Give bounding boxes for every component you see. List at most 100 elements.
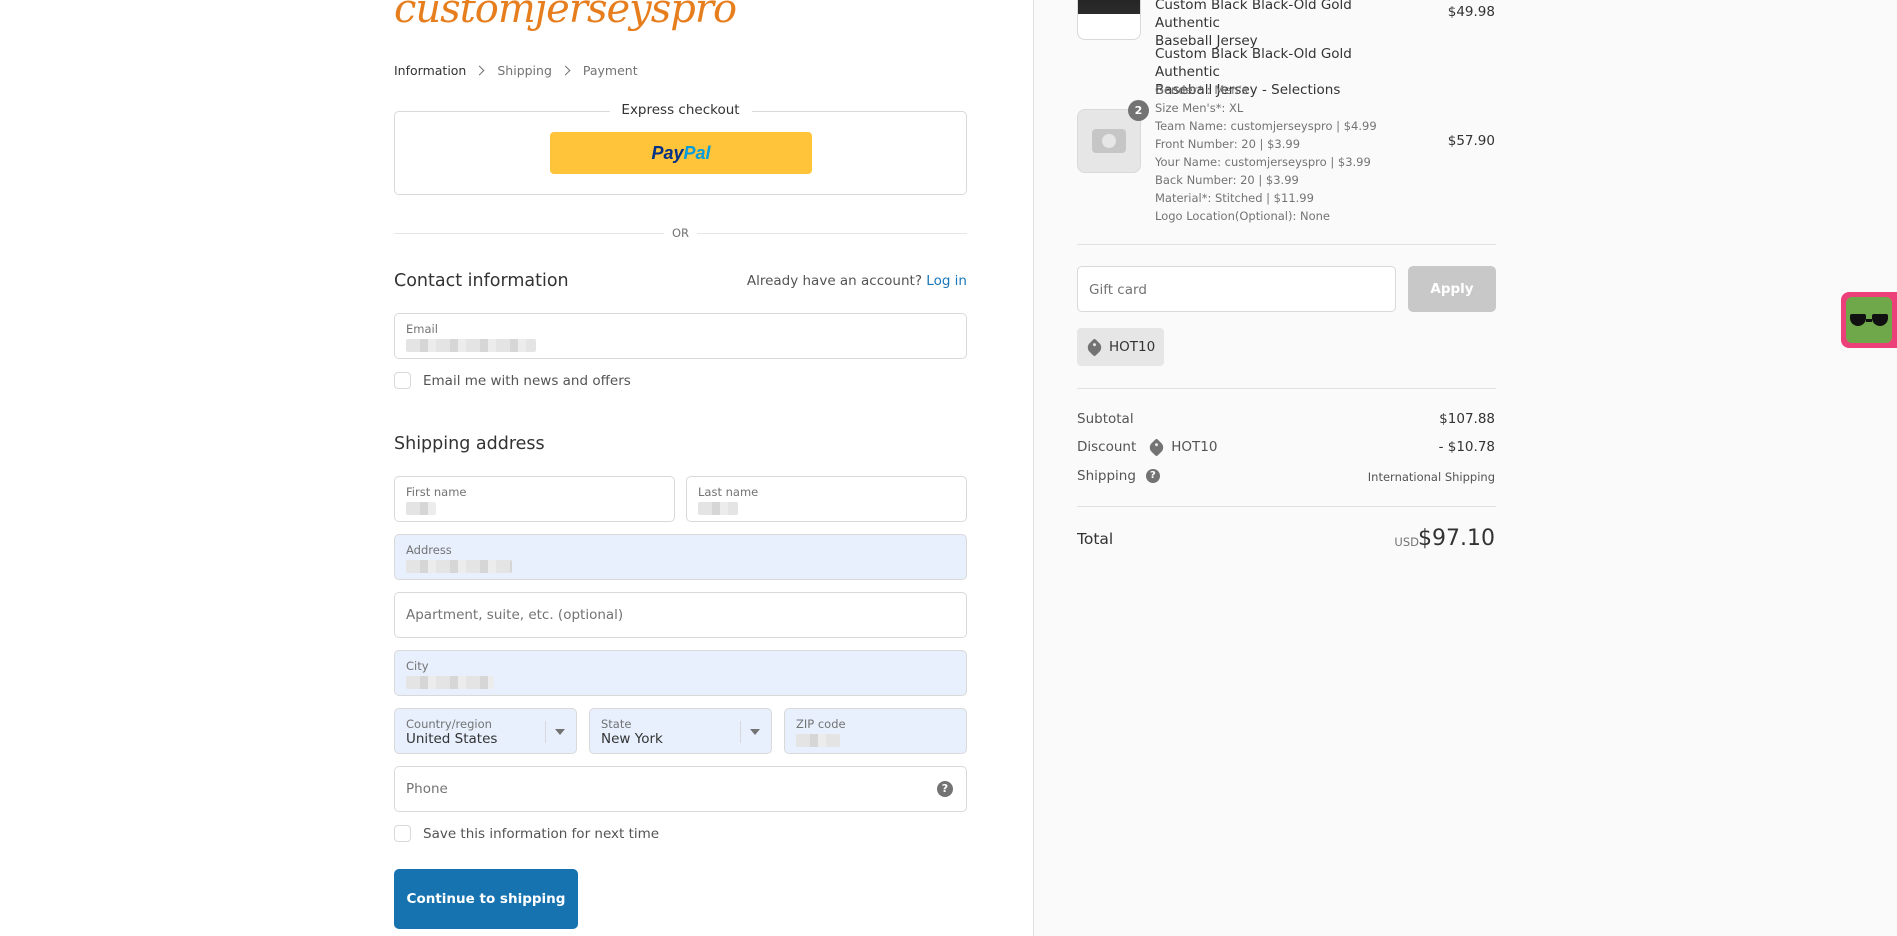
last-name-field[interactable]: Last name	[686, 476, 967, 522]
phone-placeholder: Phone	[406, 781, 448, 797]
save-info-checkbox[interactable]	[394, 825, 411, 842]
lens-right	[1872, 314, 1888, 326]
state-value: New York	[601, 731, 663, 747]
breadcrumb-payment: Payment	[582, 63, 638, 78]
shipping-value: International Shipping	[1367, 470, 1495, 484]
address-label: Address	[406, 543, 452, 557]
shipping-address-title: Shipping address	[394, 434, 545, 454]
paypal-button[interactable]: Pay Pal	[550, 132, 812, 174]
redacted-first-name	[406, 502, 436, 515]
breadcrumb-shipping: Shipping	[497, 63, 552, 78]
discount-row: Discount HOT10	[1077, 437, 1218, 457]
breadcrumb: Information Shipping Payment	[394, 63, 638, 78]
item-price: $49.98	[1447, 4, 1495, 20]
item-option: Front Number: 20 | $3.99	[1155, 137, 1301, 151]
email-field[interactable]: Email	[394, 313, 967, 359]
summary-divider	[1077, 244, 1496, 245]
first-name-field[interactable]: First name	[394, 476, 675, 522]
camera-icon	[1092, 129, 1126, 153]
chevron-right-icon	[474, 65, 485, 76]
apartment-placeholder: Apartment, suite, etc. (optional)	[406, 607, 624, 623]
apartment-field[interactable]: Apartment, suite, etc. (optional)	[394, 592, 967, 638]
express-checkout: Express checkout Pay Pal	[394, 102, 967, 195]
discount-tag[interactable]: HOT10	[1077, 328, 1164, 366]
save-info-option[interactable]: Save this information for next time	[394, 825, 659, 842]
item-price: $57.90	[1447, 133, 1495, 149]
country-label: Country/region	[406, 717, 492, 731]
redacted-zip	[796, 734, 840, 747]
item-option: Your Name: customjerseyspro | $3.99	[1155, 155, 1371, 169]
item-title-line: Custom Black Black-Old Gold Authentic	[1155, 0, 1352, 31]
divider-line	[394, 233, 664, 234]
discount-label: Discount	[1077, 439, 1137, 455]
chevron-down-icon	[555, 729, 565, 735]
sunglasses-icon	[1846, 297, 1892, 343]
chevron-right-icon	[560, 65, 571, 76]
item-title: Custom Black Black-Old Gold Authentic Ba…	[1155, 0, 1420, 50]
item-option: Back Number: 20 | $3.99	[1155, 173, 1299, 187]
gift-card-placeholder: Gift card	[1089, 282, 1147, 298]
or-divider: OR	[394, 224, 967, 244]
city-label: City	[406, 659, 429, 673]
discount-code: HOT10	[1147, 437, 1218, 457]
browser-extension-button[interactable]	[1841, 292, 1897, 348]
state-label: State	[601, 717, 632, 731]
newsletter-option[interactable]: Email me with news and offers	[394, 372, 631, 389]
paypal-logo-pay: Pay	[651, 142, 684, 163]
continue-to-shipping-button[interactable]: Continue to shipping	[394, 869, 578, 929]
email-label: Email	[406, 322, 438, 336]
question-circle-icon[interactable]: ?	[1145, 469, 1160, 483]
or-label: OR	[671, 226, 690, 240]
discount-tag-label: HOT10	[1109, 339, 1156, 355]
phone-field[interactable]: Phone ?	[394, 766, 967, 812]
paypal-logo-pal: Pal	[683, 142, 711, 163]
subtotal-label: Subtotal	[1077, 411, 1134, 427]
redacted-email	[406, 339, 536, 352]
country-select[interactable]: Country/region United States	[394, 708, 577, 754]
redacted-address	[406, 560, 512, 573]
city-field[interactable]: City	[394, 650, 967, 696]
discount-value: - $10.78	[1438, 439, 1495, 455]
zip-label: ZIP code	[796, 717, 846, 731]
gift-card-field[interactable]: Gift card	[1077, 266, 1396, 312]
chevron-down-icon	[750, 729, 760, 735]
total-label: Total	[1077, 530, 1114, 548]
tag-icon	[1085, 337, 1104, 357]
select-separator	[545, 721, 546, 743]
last-name-label: Last name	[698, 485, 759, 499]
shipping-row: Shipping ?	[1077, 468, 1160, 484]
zip-field[interactable]: ZIP code	[784, 708, 967, 754]
breadcrumb-information[interactable]: Information	[394, 63, 466, 78]
newsletter-checkbox[interactable]	[394, 372, 411, 389]
subtotal-value: $107.88	[1439, 411, 1495, 427]
divider-line	[697, 233, 967, 234]
login-link[interactable]: Log in	[926, 273, 967, 289]
redacted-last-name	[698, 502, 738, 515]
quantity-badge: 2	[1128, 100, 1149, 121]
summary-divider	[1077, 506, 1496, 507]
item-option: Material*: Stitched | $11.99	[1155, 191, 1314, 205]
redacted-city	[406, 676, 494, 689]
total-value: $97.10	[1418, 526, 1495, 551]
shipping-label: Shipping	[1077, 468, 1136, 484]
apply-button[interactable]: Apply	[1408, 266, 1496, 312]
newsletter-label: Email me with news and offers	[423, 372, 631, 389]
summary-divider	[1077, 388, 1496, 389]
discount-code-label: HOT10	[1171, 439, 1218, 455]
question-circle-icon[interactable]: ?	[937, 781, 953, 797]
lens-left	[1850, 314, 1866, 326]
item-option: Size Men's*: XL	[1155, 101, 1244, 115]
contact-title: Contact information	[394, 271, 569, 291]
item-option: Gender* : Men's	[1155, 83, 1248, 97]
account-prompt: Already have an account? Log in	[747, 273, 967, 289]
currency-code: USD	[1394, 535, 1419, 549]
item-option: Logo Location(Optional): None	[1155, 209, 1330, 223]
address-field[interactable]: Address	[394, 534, 967, 580]
state-select[interactable]: State New York	[589, 708, 772, 754]
first-name-label: First name	[406, 485, 467, 499]
account-prompt-text: Already have an account?	[746, 273, 922, 289]
country-value: United States	[406, 731, 498, 747]
tag-icon	[1147, 437, 1166, 457]
store-logo[interactable]: customjerseyspro	[394, 0, 736, 34]
product-image-jersey	[1077, 0, 1141, 40]
